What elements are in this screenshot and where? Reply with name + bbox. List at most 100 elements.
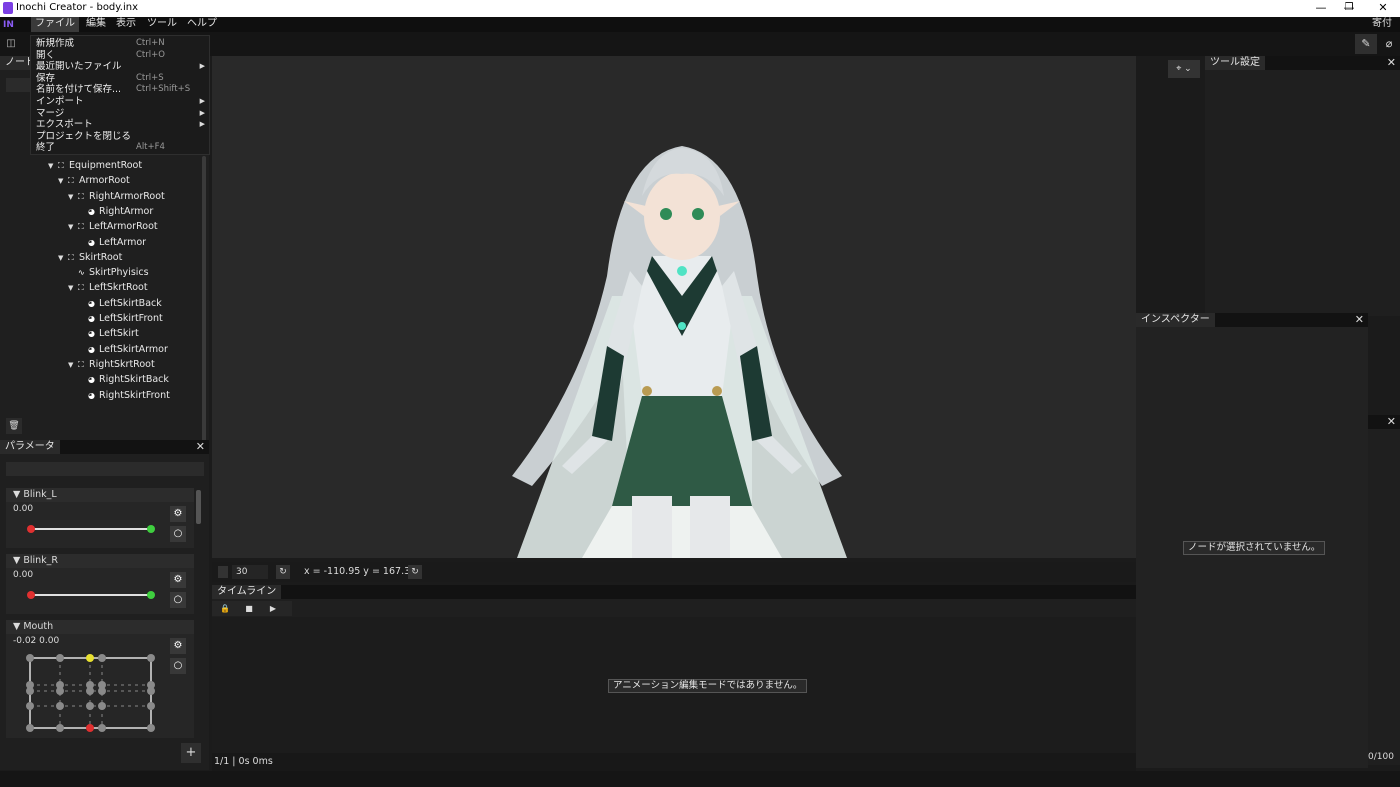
param-card-blink-l: ▼ Blink_L 0.00 ⚙ ○ — [6, 488, 194, 548]
part-node-icon: ◕ — [88, 206, 95, 216]
maximize-icon[interactable]: ❐ — [1332, 0, 1366, 17]
menu-item-label: プロジェクトを閉じる — [36, 130, 132, 142]
slider-knob-start[interactable] — [27, 525, 35, 533]
tree-node[interactable]: ◕ RightArmor — [88, 204, 153, 219]
tree-node-label: LeftSkirtArmor — [99, 343, 168, 355]
menu-edit[interactable]: 編集 — [82, 17, 110, 32]
expand-arrow-icon[interactable]: ▼ — [68, 358, 78, 373]
composite-node-icon: ⛶ — [78, 191, 84, 201]
param-keyframe-circle-icon[interactable]: ○ — [170, 658, 186, 674]
paperclip-tool-icon[interactable]: ⌀ — [1378, 34, 1400, 54]
expand-arrow-icon[interactable]: ▼ — [68, 190, 78, 205]
panel-toggle-icon[interactable]: ◫ — [2, 36, 20, 52]
app-icon — [3, 2, 13, 14]
param-header[interactable]: ▼ Blink_R — [6, 554, 194, 568]
close-right-panel-icon[interactable]: ✕ — [1387, 415, 1396, 429]
param-settings-gear-icon[interactable]: ⚙ — [170, 638, 186, 654]
expand-arrow-icon[interactable]: ▼ — [68, 281, 78, 296]
file-menu-item[interactable]: プロジェクトを閉じる — [36, 131, 208, 143]
expand-arrow-icon[interactable]: ▼ — [48, 159, 58, 174]
tree-node[interactable]: ▼ ⛶ RightArmorRoot — [68, 189, 165, 204]
menu-view[interactable]: 表示 — [112, 17, 140, 32]
close-tool-settings-icon[interactable]: ✕ — [1387, 56, 1396, 70]
close-inspector-icon[interactable]: ✕ — [1355, 313, 1364, 327]
right-side-tabbar: ✕ — [1368, 415, 1400, 429]
timeline-body[interactable]: アニメーション編集モードではありません。 — [212, 617, 1136, 753]
reset-position-icon[interactable]: ↻ — [408, 565, 422, 579]
tree-node[interactable]: ▼ ⛶ LeftSkrtRoot — [68, 280, 148, 295]
menu-file[interactable]: ファイル — [31, 17, 79, 32]
grid-knob-current[interactable] — [86, 654, 94, 662]
tree-node-label: LeftSkirtFront — [99, 313, 163, 324]
slider-knob-current[interactable] — [147, 525, 155, 533]
params-tabbar: パラメータ ✕ — [0, 440, 209, 454]
params-search-input[interactable] — [6, 462, 204, 476]
file-menu-item[interactable]: 終了 Alt+F4 — [36, 142, 208, 154]
tree-node[interactable]: ▼ ⛶ SkirtRoot — [58, 250, 122, 265]
close-params-icon[interactable]: ✕ — [196, 440, 205, 454]
params-scrollbar[interactable] — [196, 490, 201, 524]
file-menu-item[interactable]: 保存 Ctrl+S — [36, 73, 208, 85]
file-menu-item[interactable]: 名前を付けて保存... Ctrl+Shift+S — [36, 84, 208, 96]
param-settings-gear-icon[interactable]: ⚙ — [170, 572, 186, 588]
tree-node[interactable]: ◕ RightSkirtBack — [88, 372, 169, 387]
camera-mode-dropdown[interactable]: ⌖ ⌄ — [1168, 60, 1200, 78]
tree-node[interactable]: ▼ ⛶ EquipmentRoot — [48, 158, 142, 173]
nodes-scrollbar-vertical[interactable] — [202, 156, 206, 452]
param-keyframe-circle-icon[interactable]: ○ — [170, 592, 186, 608]
tree-node[interactable]: ◕ RightSkirtFront — [88, 388, 170, 403]
file-menu-item[interactable]: インポート ▶ — [36, 96, 208, 108]
param-value: 0.00 — [13, 504, 34, 514]
viewport-canvas[interactable] — [212, 56, 1136, 558]
tree-node[interactable]: ▼ ⛶ ArmorRoot — [58, 173, 130, 188]
donate-link[interactable]: 寄付 — [1372, 17, 1392, 31]
slider-knob-start[interactable] — [27, 591, 35, 599]
tree-node-label: LeftSkirt — [99, 328, 139, 340]
tree-node[interactable]: ▼ ⛶ RightSkrtRoot — [68, 357, 155, 372]
tab-timeline[interactable]: タイムライン — [212, 585, 282, 599]
param-settings-gear-icon[interactable]: ⚙ — [170, 506, 186, 522]
file-menu-item[interactable]: 開く Ctrl+O — [36, 50, 208, 62]
stop-icon[interactable]: ■ — [241, 602, 257, 615]
tree-node[interactable]: ◕ LeftSkirt — [88, 326, 139, 341]
tree-node[interactable]: ◕ LeftSkirtFront — [88, 311, 163, 326]
tree-node[interactable]: ◕ LeftSkirtBack — [88, 296, 162, 311]
tree-node[interactable]: ▼ ⛶ LeftArmorRoot — [68, 219, 158, 234]
zoom-lock-checkbox[interactable] — [218, 566, 228, 578]
param-slider-track[interactable] — [30, 528, 151, 530]
file-menu-item[interactable]: 最近開いたファイル ▶ — [36, 61, 208, 73]
part-node-icon: ◕ — [88, 314, 95, 323]
menu-item-label: インポート — [36, 96, 84, 107]
menu-tools[interactable]: ツール — [143, 17, 181, 32]
reset-zoom-icon[interactable]: ↻ — [276, 565, 290, 579]
expand-arrow-icon[interactable]: ▼ — [58, 251, 68, 266]
tab-tool-settings[interactable]: ツール設定 — [1205, 56, 1265, 70]
expand-arrow-icon[interactable]: ▼ — [68, 220, 78, 235]
play-icon[interactable]: ▶ — [265, 602, 281, 615]
zoom-input[interactable]: 30 — [232, 565, 268, 579]
param-header[interactable]: ▼ Mouth — [6, 620, 194, 634]
param-slider-track[interactable] — [30, 594, 151, 596]
param-2d-grid[interactable] — [24, 652, 160, 732]
toolbar: ◫ ✎ ⌀ — [0, 32, 1400, 56]
tab-inspector[interactable]: インスペクター — [1136, 313, 1215, 327]
expand-arrow-icon[interactable]: ▼ — [58, 174, 68, 189]
close-window-icon[interactable]: ✕ — [1366, 0, 1400, 17]
pencil-tool-icon[interactable]: ✎ — [1355, 34, 1377, 54]
file-menu-item[interactable]: マージ ▶ — [36, 108, 208, 120]
add-parameter-button[interactable]: + — [181, 743, 201, 763]
tree-node[interactable]: ◕ LeftSkirtArmor — [88, 342, 168, 357]
tree-node[interactable]: ◕ LeftArmor — [88, 235, 146, 250]
tab-parameters[interactable]: パラメータ — [0, 440, 60, 454]
composite-node-icon: ⛶ — [68, 176, 74, 186]
lock-icon[interactable]: 🔒 — [217, 602, 233, 615]
file-menu-item[interactable]: 新規作成 Ctrl+N — [36, 38, 208, 50]
tree-node[interactable]: ∿ SkirtPhyisics — [78, 265, 149, 280]
param-keyframe-circle-icon[interactable]: ○ — [170, 526, 186, 542]
file-menu-item[interactable]: エクスポート ▶ — [36, 119, 208, 131]
slider-knob-current[interactable] — [147, 591, 155, 599]
menu-help[interactable]: ヘルプ — [183, 17, 221, 32]
delete-node-icon[interactable]: 🗑 — [6, 418, 22, 434]
grid-knob-default[interactable] — [86, 724, 94, 732]
param-header[interactable]: ▼ Blink_L — [6, 488, 194, 502]
